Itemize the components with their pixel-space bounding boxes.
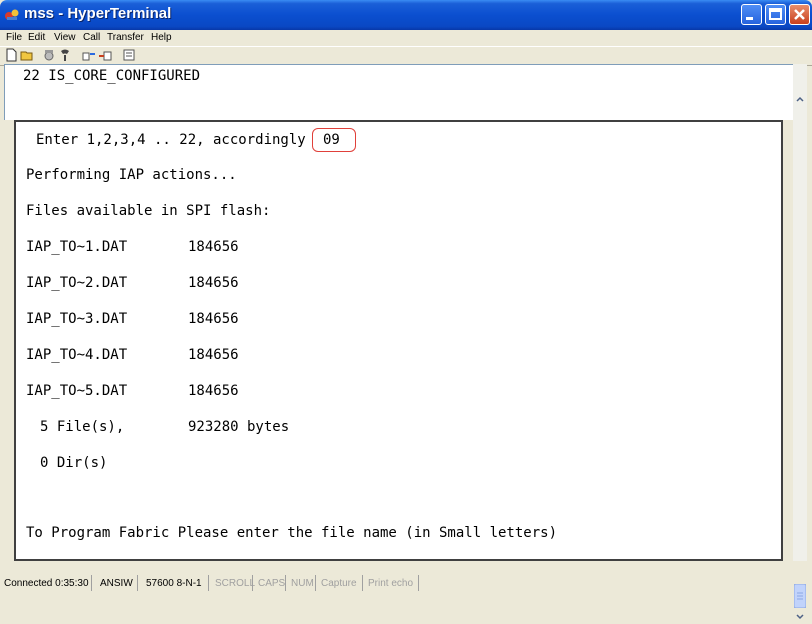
call-icon[interactable] xyxy=(42,48,56,62)
menu-bar: File Edit View Call Transfer Help xyxy=(0,30,812,46)
status-emulation: ANSIW xyxy=(100,578,133,589)
send-icon[interactable] xyxy=(82,48,96,62)
status-scroll: SCROLL xyxy=(215,578,256,589)
status-caps: CAPS xyxy=(258,578,286,589)
file-name: IAP_TO~1.DAT xyxy=(26,239,128,255)
maximize-button[interactable] xyxy=(765,4,786,25)
disconnect-icon[interactable] xyxy=(58,48,72,62)
terminal-total-bytes: 923280 bytes xyxy=(188,419,290,435)
file-size: 184656 xyxy=(188,347,239,363)
minimize-button[interactable] xyxy=(741,4,762,25)
title-bar[interactable]: mss - HyperTerminal xyxy=(0,0,812,30)
receive-icon[interactable] xyxy=(98,48,112,62)
terminal-program-prompt: To Program Fabric Please enter the file … xyxy=(26,525,558,541)
scroll-down-icon[interactable] xyxy=(793,610,807,624)
menu-file[interactable]: File xyxy=(6,32,22,43)
close-icon xyxy=(794,9,805,20)
menu-edit[interactable]: Edit xyxy=(28,32,45,43)
terminal-spacer xyxy=(4,90,807,120)
close-button[interactable] xyxy=(789,4,810,25)
terminal-line-core-configured: 22 IS_CORE_CONFIGURED xyxy=(23,68,201,84)
hyperterminal-window: mss - HyperTerminal File Edit View Call … xyxy=(0,0,812,620)
file-name: IAP_TO~5.DAT xyxy=(26,383,128,399)
file-name: IAP_TO~3.DAT xyxy=(26,311,128,327)
status-separator xyxy=(285,575,286,591)
status-print-echo: Print echo xyxy=(368,578,414,589)
status-separator xyxy=(137,575,138,591)
status-bar: Connected 0:35:30 ANSIW 57600 8-N-1 SCRO… xyxy=(0,570,812,598)
status-separator xyxy=(91,575,92,591)
hyperterminal-app-icon[interactable] xyxy=(4,7,20,23)
status-separator xyxy=(362,575,363,591)
terminal-output-top[interactable]: 22 IS_CORE_CONFIGURED xyxy=(4,64,807,90)
terminal-performing-line: Performing IAP actions... xyxy=(26,167,237,183)
status-separator xyxy=(418,575,419,591)
window-title: mss - HyperTerminal xyxy=(24,5,172,22)
terminal-file-count: 5 File(s), xyxy=(40,419,125,435)
open-icon[interactable] xyxy=(20,48,34,62)
status-num: NUM xyxy=(291,578,314,589)
status-separator xyxy=(315,575,316,591)
maximize-icon xyxy=(769,8,782,20)
menu-call[interactable]: Call xyxy=(83,32,100,43)
status-separator xyxy=(208,575,209,591)
menu-view[interactable]: View xyxy=(54,32,76,43)
terminal-files-header: Files available in SPI flash: xyxy=(26,203,271,219)
toolbar xyxy=(0,46,812,66)
status-capture: Capture xyxy=(321,578,357,589)
terminal-output-panel[interactable]: Enter 1,2,3,4 .. 22, accordingly 09 Perf… xyxy=(14,120,783,561)
highlight-annotation xyxy=(312,128,356,152)
file-size: 184656 xyxy=(188,239,239,255)
file-size: 184656 xyxy=(188,311,239,327)
new-icon[interactable] xyxy=(4,48,18,62)
status-connected: Connected 0:35:30 xyxy=(4,578,89,589)
file-name: IAP_TO~2.DAT xyxy=(26,275,128,291)
properties-icon[interactable] xyxy=(122,48,136,62)
file-size: 184656 xyxy=(188,275,239,291)
terminal-prompt-line: Enter 1,2,3,4 .. 22, accordingly xyxy=(36,132,306,148)
file-size: 184656 xyxy=(188,383,239,399)
file-name: IAP_TO~4.DAT xyxy=(26,347,128,363)
status-port-settings: 57600 8-N-1 xyxy=(146,578,202,589)
scroll-up-icon[interactable] xyxy=(793,92,807,106)
minimize-icon xyxy=(746,17,753,20)
vertical-scrollbar[interactable] xyxy=(793,64,807,620)
menu-help[interactable]: Help xyxy=(151,32,172,43)
status-separator xyxy=(252,575,253,591)
menu-transfer[interactable]: Transfer xyxy=(107,32,144,43)
terminal-dir-count: 0 Dir(s) xyxy=(40,455,108,471)
